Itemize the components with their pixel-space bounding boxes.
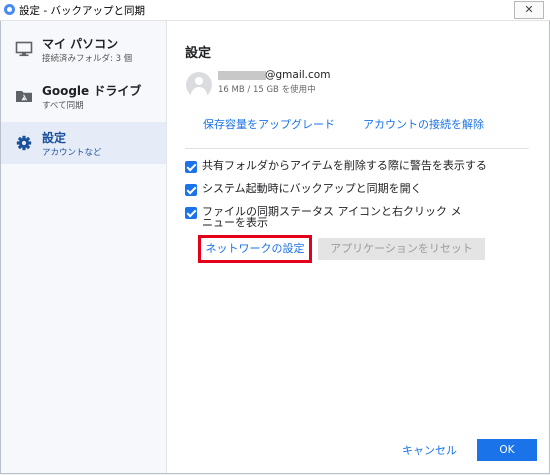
checkbox-label: システム起動時にバックアップと同期を開く (202, 182, 422, 195)
avatar (186, 72, 212, 98)
sidebar-item-label: 設定 (42, 131, 67, 145)
network-settings-button[interactable]: ネットワークの設定 (198, 235, 312, 263)
window-title: 設定 - バックアップと同期 (19, 5, 145, 17)
checkbox-checked-icon[interactable] (185, 184, 197, 196)
settings-window: マイ パソコン 接続済みフォルダ: 3 個 Google ドライブ すべて同期 (0, 21, 550, 474)
upgrade-storage-link[interactable]: 保存容量をアップグレード (203, 116, 335, 132)
page-title: 設定 (185, 46, 212, 61)
backup-sync-icon (4, 4, 15, 15)
sidebar-item-label: Google ドライブ (42, 84, 142, 98)
disconnect-account-link[interactable]: アカウントの接続を解除 (363, 116, 484, 132)
sidebar-item-sublabel: すべて同期 (42, 101, 84, 111)
gear-icon (16, 135, 32, 151)
sidebar-item-google-drive[interactable]: Google ドライブ すべて同期 (1, 75, 166, 117)
monitor-icon (15, 41, 33, 57)
sidebar-item-sublabel: アカウントなど (42, 148, 102, 158)
close-button[interactable]: ✕ (514, 1, 544, 19)
ok-button[interactable]: OK (477, 439, 537, 461)
checkbox-label: 共有フォルダからアイテムを削除する際に警告を表示する (202, 159, 487, 172)
title-bar: 設定 - バックアップと同期 ✕ (0, 0, 550, 21)
storage-usage: 16 MB / 15 GB を使用中 (218, 85, 316, 95)
account-email: @gmail.com (265, 69, 331, 81)
drive-folder-icon (16, 91, 32, 102)
sidebar-item-label: マイ パソコン (42, 37, 119, 51)
cancel-button[interactable]: キャンセル (402, 442, 457, 458)
redacted-email (218, 71, 266, 80)
sidebar: マイ パソコン 接続済みフォルダ: 3 個 Google ドライブ すべて同期 (1, 21, 167, 473)
checkbox-label: ファイルの同期ステータス アイコンと右クリック メニューを表示 (202, 205, 462, 229)
divider (185, 148, 529, 149)
checkbox-checked-icon[interactable] (185, 207, 197, 219)
checkbox-checked-icon[interactable] (185, 161, 197, 173)
sidebar-item-my-computer[interactable]: マイ パソコン 接続済みフォルダ: 3 個 (1, 28, 166, 70)
reset-application-button[interactable]: アプリケーションをリセット (318, 238, 485, 260)
sidebar-item-settings[interactable]: 設定 アカウントなど (1, 122, 166, 164)
settings-panel: 設定 @gmail.com 16 MB / 15 GB を使用中 保存容量をアッ… (167, 21, 549, 473)
sidebar-item-sublabel: 接続済みフォルダ: 3 個 (42, 54, 133, 64)
